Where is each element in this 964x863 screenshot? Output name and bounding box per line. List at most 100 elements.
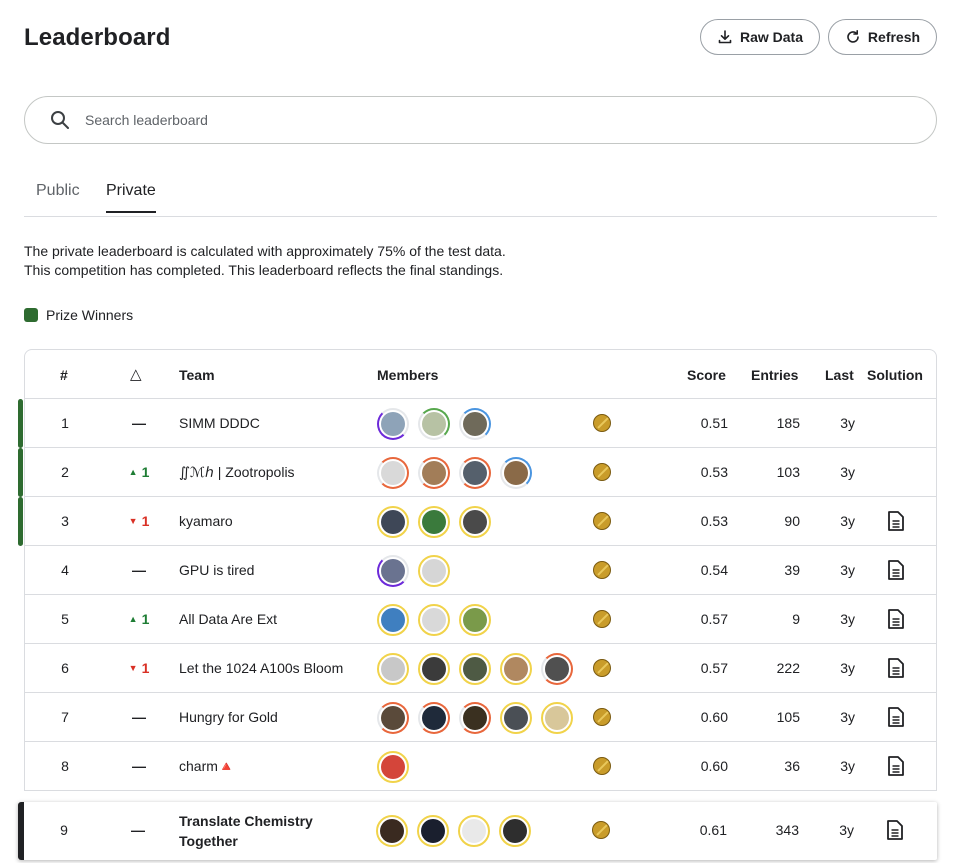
rank-change-value: — [132, 709, 146, 725]
avatar[interactable] [377, 506, 409, 538]
avatar[interactable] [377, 457, 409, 489]
your-team-row[interactable]: 9 — Translate Chemistry Together 0.61 34… [18, 802, 937, 860]
avatar[interactable] [500, 702, 532, 734]
rank: 5 [61, 611, 69, 627]
entries: 90 [784, 513, 800, 529]
avatar[interactable] [459, 506, 491, 538]
avatar[interactable] [417, 815, 449, 847]
tab-public[interactable]: Public [36, 182, 80, 212]
solution-document-icon[interactable] [885, 819, 905, 841]
members [377, 457, 532, 489]
avatar[interactable] [377, 751, 409, 783]
col-entries[interactable]: Entries [751, 367, 798, 383]
arrow-up-icon: ▲ [128, 467, 138, 477]
table-row[interactable]: 3 ▼ 1 kyamaro 0.53 90 3y [18, 497, 936, 546]
rank-change-value: — [131, 822, 145, 838]
team-name[interactable]: Let the 1024 A100s Bloom [179, 660, 343, 676]
rank-change-value: 1 [141, 660, 150, 676]
arrow-down-icon: ▼ [128, 663, 138, 673]
avatar[interactable] [418, 408, 450, 440]
col-last[interactable]: Last [825, 367, 854, 383]
tab-private[interactable]: Private [106, 182, 156, 213]
solution-document-icon[interactable] [886, 706, 906, 728]
avatar[interactable] [418, 702, 450, 734]
avatar[interactable] [418, 555, 450, 587]
raw-data-button[interactable]: Raw Data [700, 19, 820, 55]
gold-medal-icon [593, 708, 611, 726]
prize-marker [18, 399, 23, 448]
arrow-down-icon: ▼ [128, 516, 138, 526]
avatar[interactable] [418, 506, 450, 538]
avatar[interactable] [377, 555, 409, 587]
avatar[interactable] [418, 653, 450, 685]
table-row[interactable]: 2 ▲ 1 ∬ℳℎ | Zootropolis 0.53 103 3y [18, 448, 936, 497]
table-row[interactable]: 4 — GPU is tired 0.54 39 3y [25, 546, 936, 595]
search-input[interactable] [85, 112, 785, 128]
col-team[interactable]: Team [179, 367, 215, 383]
search-bar[interactable] [24, 96, 937, 144]
page-title: Leaderboard [24, 24, 171, 51]
avatar[interactable] [376, 815, 408, 847]
avatar[interactable] [500, 457, 532, 489]
table-row[interactable]: 5 ▲ 1 All Data Are Ext 0.57 9 3y [25, 595, 936, 644]
team-name[interactable]: ∬ℳℎ | Zootropolis [179, 464, 295, 481]
rank-change-value: — [132, 758, 146, 774]
table-row[interactable]: 6 ▼ 1 Let the 1024 A100s Bloom 0.57 222 3… [25, 644, 936, 693]
gold-medal-icon [593, 463, 611, 481]
table-row[interactable]: 7 — Hungry for Gold 0.60 105 3y [25, 693, 936, 742]
rank-change-value: — [132, 562, 146, 578]
avatar[interactable] [377, 604, 409, 636]
avatar[interactable] [499, 815, 531, 847]
avatar[interactable] [500, 653, 532, 685]
avatar[interactable] [377, 408, 409, 440]
avatar[interactable] [459, 702, 491, 734]
rank: 3 [61, 513, 69, 529]
avatar[interactable] [541, 702, 573, 734]
avatar[interactable] [418, 457, 450, 489]
team-name[interactable]: All Data Are Ext [179, 611, 277, 627]
rank-change-value: — [132, 415, 146, 431]
col-delta[interactable]: △ [130, 365, 142, 383]
table-row[interactable]: 1 — SIMM DDDC 0.51 185 3y [18, 399, 936, 448]
avatar[interactable] [418, 604, 450, 636]
rank-change-value: 1 [141, 464, 150, 480]
solution-document-icon[interactable] [886, 657, 906, 679]
avatar[interactable] [459, 604, 491, 636]
last-submission: 3y [840, 660, 855, 676]
avatar[interactable] [541, 653, 573, 685]
entries: 105 [776, 709, 800, 725]
score: 0.53 [700, 513, 728, 529]
score: 0.53 [700, 464, 728, 480]
team-name[interactable]: SIMM DDDC [179, 415, 260, 431]
solution-document-icon[interactable] [886, 755, 906, 777]
col-rank[interactable]: # [60, 367, 68, 383]
solution-document-icon[interactable] [886, 559, 906, 581]
team-name[interactable]: kyamaro [179, 513, 233, 529]
rank-change: ▼ 1 [125, 660, 153, 676]
team-name[interactable]: Hungry for Gold [179, 709, 278, 725]
avatar[interactable] [377, 653, 409, 685]
solution-document-icon[interactable] [886, 608, 906, 630]
team-name[interactable]: GPU is tired [179, 562, 254, 578]
raw-data-label: Raw Data [739, 29, 804, 45]
solution-document-icon[interactable] [886, 510, 906, 532]
table-row[interactable]: 8 — charm🔺 0.60 36 3y [25, 742, 936, 791]
team-name[interactable]: Translate Chemistry Together [179, 811, 369, 851]
team-name[interactable]: charm🔺 [179, 758, 235, 775]
avatar[interactable] [459, 408, 491, 440]
score: 0.60 [700, 709, 728, 725]
refresh-button[interactable]: Refresh [828, 19, 937, 55]
col-score[interactable]: Score [687, 367, 726, 383]
avatar[interactable] [377, 702, 409, 734]
score: 0.54 [700, 562, 728, 578]
avatar[interactable] [458, 815, 490, 847]
avatar[interactable] [459, 653, 491, 685]
refresh-label: Refresh [867, 29, 921, 45]
members [377, 604, 491, 636]
avatar[interactable] [459, 457, 491, 489]
rank-change-value: 1 [141, 611, 150, 627]
description-line-1: The private leaderboard is calculated wi… [24, 243, 506, 259]
members [377, 751, 409, 783]
description-line-2: This competition has completed. This lea… [24, 262, 504, 278]
members [377, 653, 573, 685]
